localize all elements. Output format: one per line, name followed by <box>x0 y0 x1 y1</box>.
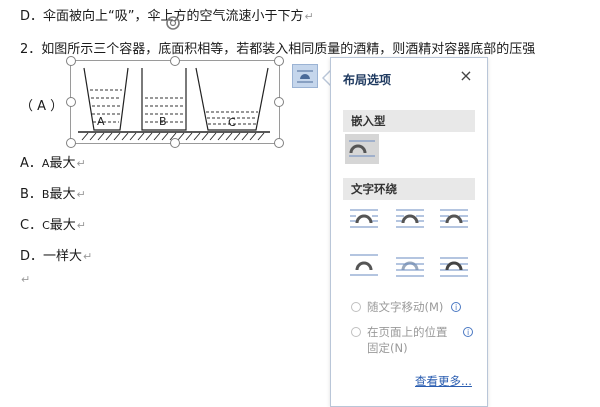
resize-handle-bottom-left[interactable] <box>66 138 76 148</box>
option-letter: B． <box>20 187 42 202</box>
section-text-wrap: 文字环绕 <box>343 178 475 200</box>
fix-position-label: 在页面上的位置 <box>367 325 448 339</box>
layout-options-icon[interactable] <box>292 64 318 88</box>
option-text: 最大 <box>49 187 76 202</box>
resize-handle-top-right[interactable] <box>274 56 284 66</box>
fix-position-option-line2: 固定(N) <box>367 340 408 356</box>
move-with-text-option[interactable]: 随文字移动(M) i <box>351 299 462 315</box>
resize-handle-bottom[interactable] <box>170 138 180 148</box>
paragraph-mark: ↵ <box>21 273 31 286</box>
empty-paragraph: ↵ <box>20 272 30 287</box>
option-text: 最大 <box>49 218 76 233</box>
close-icon[interactable]: × <box>457 67 475 85</box>
stem-text: 2．如图所示三个容器，底面积相等，若都装入相同质量的酒精，则酒精对容器底部的压强 <box>20 42 536 57</box>
resize-handle-top[interactable] <box>170 56 180 66</box>
paragraph-mark: ↵ <box>83 250 93 263</box>
option-c: C．C最大↵ <box>20 214 86 233</box>
resize-handle-left[interactable] <box>66 97 76 107</box>
wrap-through-icon[interactable] <box>437 204 471 234</box>
info-icon[interactable]: i <box>451 302 462 312</box>
resize-handle-top-left[interactable] <box>66 56 76 66</box>
answer-text: （ A ） <box>20 99 64 114</box>
resize-handle-right[interactable] <box>274 97 284 107</box>
option-text: 一样大 <box>43 249 83 264</box>
answer-bracket: （ A ） <box>20 95 63 114</box>
option-a: A．A最大↵ <box>20 152 86 171</box>
selection-border <box>70 60 280 144</box>
wrap-behind-text-icon[interactable] <box>393 250 427 280</box>
paragraph-mark: ↵ <box>76 157 86 170</box>
wrap-top-bottom-icon[interactable] <box>347 250 381 280</box>
fix-position-option[interactable]: 在页面上的位置 i <box>351 324 474 340</box>
section-inline: 嵌入型 <box>343 110 475 132</box>
paragraph-mark: ↵ <box>304 10 314 23</box>
option-letter: D． <box>20 249 44 264</box>
wrap-tight-icon[interactable] <box>393 204 427 234</box>
resize-handle-bottom-right[interactable] <box>274 138 284 148</box>
option-b: B．B最大↵ <box>20 183 86 202</box>
option-text: D．伞面被向上“吸”，伞上方的空气流速小于下方 <box>20 9 304 24</box>
inline-option-icon[interactable] <box>345 134 379 164</box>
option-small-letter: C <box>42 219 50 232</box>
info-icon[interactable]: i <box>463 327 474 337</box>
move-with-text-label: 随文字移动(M) <box>367 300 444 314</box>
question-stem: 2．如图所示三个容器，底面积相等，若都装入相同质量的酒精，则酒精对容器底部的压强 <box>20 38 535 57</box>
rotate-handle-icon[interactable] <box>165 15 181 31</box>
option-text: 最大 <box>49 156 76 171</box>
move-with-text-radio[interactable] <box>351 302 361 312</box>
see-more-link[interactable]: 查看更多... <box>415 373 472 389</box>
option-letter: A． <box>20 156 42 171</box>
containers-figure[interactable]: A B C <box>66 56 284 148</box>
wrap-in-front-icon[interactable] <box>437 250 471 280</box>
option-letter: C． <box>20 218 43 233</box>
layout-options-panel: 布局选项 × 嵌入型 文字环绕 随文字移动(M) i 在页面上的位置 i 固定(… <box>330 57 488 407</box>
wrap-square-icon[interactable] <box>347 204 381 234</box>
paragraph-mark: ↵ <box>76 219 86 232</box>
fix-position-radio[interactable] <box>351 327 361 337</box>
panel-title: 布局选项 <box>343 73 392 87</box>
paragraph-mark: ↵ <box>76 188 86 201</box>
option-d: D．一样大↵ <box>20 245 92 264</box>
fix-position-label-line2: 固定(N) <box>367 341 408 355</box>
